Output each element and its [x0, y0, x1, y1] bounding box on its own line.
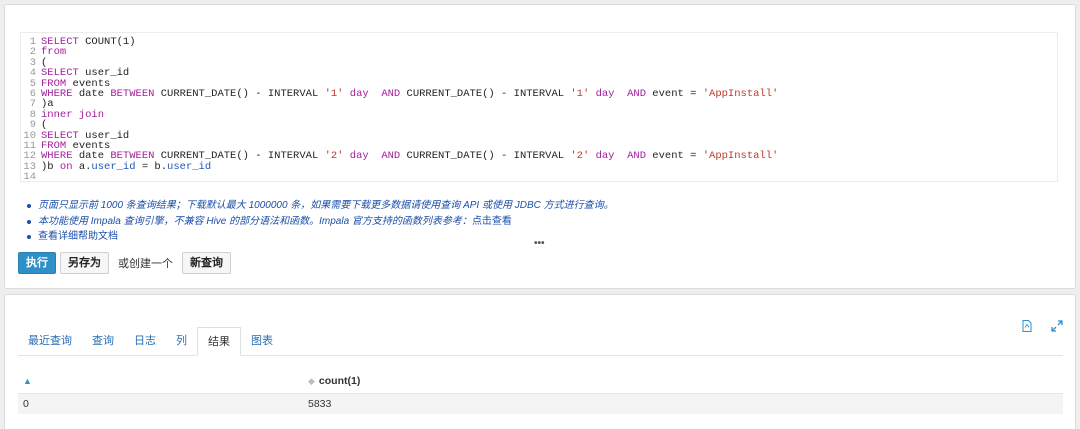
code-line: 4 SELECT user_id	[21, 67, 1057, 80]
note-text: 页面只显示前 1000 条查询结果；下载默认最大 1000000 条，如果需要下…	[38, 200, 614, 211]
table-header: ▲ ◆ count(1)	[18, 369, 1063, 394]
tab[interactable]: 结果	[197, 327, 241, 356]
line-number: 14	[23, 171, 36, 184]
notes-list: 页面只显示前 1000 条查询结果；下载默认最大 1000000 条，如果需要下…	[25, 198, 614, 245]
code-text: inner join	[41, 108, 105, 121]
or-create-label: 或创建一个	[118, 258, 173, 270]
sort-icon[interactable]: ◆	[308, 376, 315, 386]
note-item: 查看详细帮助文档	[25, 229, 614, 245]
code-line: 7)a	[21, 99, 1057, 110]
note-text: 本功能使用 Impala 查询引擎，不兼容 Hive 的部分语法和函数。Impa…	[38, 215, 472, 227]
code-line: 13)b on a.user_id = b.user_id	[21, 160, 1057, 173]
note-item: 页面只显示前 1000 条查询结果；下载默认最大 1000000 条，如果需要下…	[25, 198, 614, 214]
count-column-header[interactable]: ◆ count(1)	[308, 375, 1063, 387]
sql-editor[interactable]: 1 SELECT COUNT(1) 2 from 3(4 SELECT user_id 5 F…	[20, 32, 1058, 184]
row-index-header[interactable]: ▲	[18, 375, 308, 387]
resize-handle[interactable]: •••	[534, 238, 545, 249]
results-panel: 最近查询 查询 日志列结果 图表 ▲ ◆ count(1) 0 5833	[4, 294, 1076, 429]
results-table: ▲ ◆ count(1) 0 5833	[18, 369, 1063, 414]
save-as-button[interactable]: 另存为	[60, 252, 109, 274]
line-number: 4	[29, 67, 36, 80]
tab[interactable]: 最近查询	[18, 327, 82, 355]
code-line: 6 WHERE date BETWEEN CURRENT_DATE() - INT…	[21, 87, 1057, 100]
code-text: WHERE date BETWEEN CURRENT_DATE() - INTE…	[41, 87, 779, 100]
note-item: 本功能使用 Impala 查询引擎，不兼容 Hive 的部分语法和函数。Impa…	[25, 214, 614, 230]
function-list-link[interactable]: 点击查看	[472, 216, 512, 227]
row-index-cell: 0	[23, 398, 29, 410]
code-line: 8 inner join	[21, 108, 1057, 121]
code-line: 10 SELECT user_id	[21, 130, 1057, 141]
tab[interactable]: 查询	[82, 327, 124, 355]
sort-asc-icon[interactable]: ▲	[23, 376, 32, 386]
action-bar: 执行 另存为 或创建一个 新查询	[18, 252, 231, 274]
count-cell: 5833	[308, 398, 332, 410]
query-editor-panel: 1 SELECT COUNT(1) 2 from 3(4 SELECT user_id 5 F…	[4, 4, 1076, 289]
code-text: )b on a.user_id = b.user_id	[41, 160, 212, 173]
tab[interactable]: 日志	[124, 327, 166, 355]
tab[interactable]: 列	[166, 327, 197, 355]
tab[interactable]: 图表	[241, 327, 283, 355]
code-line: 2 from	[21, 47, 1057, 58]
column-label: count(1)	[318, 375, 361, 387]
help-doc-link[interactable]: 查看详细帮助文档	[38, 231, 118, 242]
line-number: 9	[29, 119, 36, 132]
code-line: 9(	[21, 119, 1057, 132]
table-row: 0 5833	[18, 394, 1063, 414]
code-line: 14	[21, 171, 1057, 184]
code-line: 1 SELECT COUNT(1)	[21, 37, 1057, 48]
results-tabs: 最近查询 查询 日志列结果 图表	[18, 327, 1063, 356]
new-query-button[interactable]: 新查询	[182, 252, 231, 274]
run-button[interactable]: 执行	[18, 252, 56, 274]
code-line: 3(	[21, 57, 1057, 68]
